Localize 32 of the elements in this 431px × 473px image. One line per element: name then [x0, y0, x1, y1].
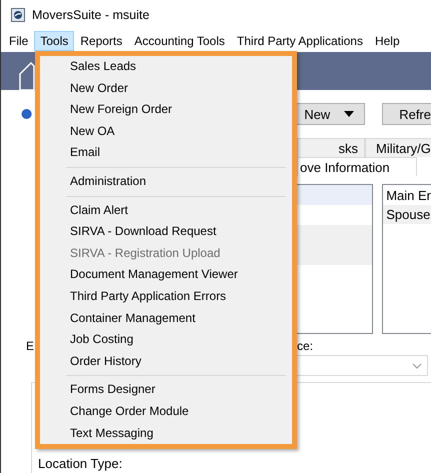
menu-bar-item[interactable]: Third Party Applications	[230, 31, 369, 51]
menu-item[interactable]: New Order	[40, 78, 292, 100]
contacts-list[interactable]: Main Er Spouse	[382, 184, 431, 334]
app-icon	[11, 8, 25, 22]
chevron-down-icon	[412, 362, 422, 368]
caret-icon	[344, 111, 354, 117]
menu-item[interactable]: Claim Alert	[40, 200, 292, 222]
contact-item[interactable]: Spouse	[383, 205, 431, 224]
menu-item[interactable]: SIRVA - Download Request	[40, 221, 292, 243]
tab[interactable]: Military/G	[365, 138, 431, 157]
menu-item[interactable]: Change Order Module	[40, 400, 292, 422]
menu-item[interactable]: Email	[40, 142, 292, 164]
menu-item[interactable]: Administration	[40, 170, 292, 193]
refresh-button[interactable]: Refre	[382, 103, 431, 125]
menu-item[interactable]: Job Costing	[40, 329, 292, 351]
field-label: E	[26, 339, 34, 353]
menu-bar-item[interactable]: File	[3, 31, 34, 51]
tab[interactable]: sks	[297, 138, 365, 157]
menu-item[interactable]: Text Messaging	[40, 422, 292, 444]
window-title: MoversSuite - msuite	[32, 8, 150, 22]
tab[interactable]: ove Information	[297, 157, 417, 176]
menu-bar-item[interactable]: Accounting Tools	[128, 31, 231, 51]
menu-item[interactable]: Third Party Application Errors	[40, 286, 292, 308]
menu-bar-item[interactable]: Reports	[74, 31, 128, 51]
menu-item[interactable]: Forms Designer	[40, 379, 292, 401]
menu-item[interactable]: Document Management Viewer	[40, 264, 292, 286]
menu-bar-item[interactable]: Tools	[34, 31, 74, 51]
field-label: ce:	[297, 339, 314, 353]
menu-bar-item[interactable]: Help	[368, 31, 406, 51]
menu-item[interactable]: Container Management	[40, 308, 292, 330]
location-type-label: Location Type:	[37, 456, 124, 473]
menu-item[interactable]: Order History	[40, 350, 292, 372]
